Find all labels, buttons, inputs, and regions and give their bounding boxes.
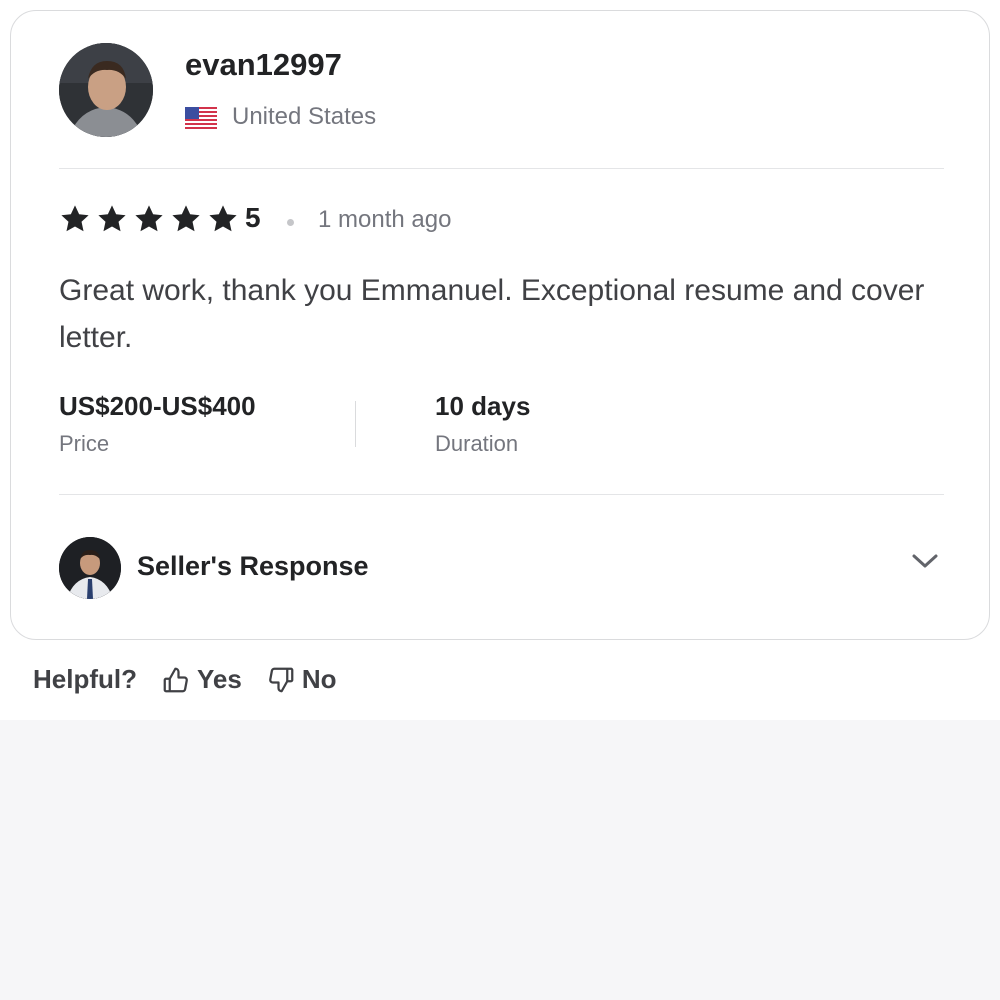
separator-dot [287,219,294,226]
review-time: 1 month ago [318,206,452,233]
duration-value: 10 days [435,391,531,421]
helpful-yes-label: Yes [197,664,242,694]
review-card: evan12997 United States 5 1 month ago Gr… [10,10,990,640]
reviewer-username[interactable]: evan12997 [185,47,342,83]
seller-avatar [59,537,121,599]
helpful-no-button[interactable]: No [266,664,337,695]
stat-separator [355,401,356,447]
reviewer-country: United States [232,103,377,130]
thumbs-up-icon [163,667,188,692]
price-label: Price [59,431,110,456]
thumbs-down-icon [268,667,294,692]
rating-value: 5 [245,202,261,233]
star-icon [61,205,89,232]
review-text: Great work, thank you Emmanuel. Exceptio… [59,274,925,354]
helpful-label: Helpful? [33,664,137,694]
divider [59,168,944,169]
review-panel: evan12997 United States 5 1 month ago Gr… [0,0,1000,720]
us-flag-icon [185,107,217,129]
star-icon [172,205,200,232]
seller-response-title[interactable]: Seller's Response [137,551,369,582]
reviewer-avatar[interactable] [59,43,153,137]
star-icon [209,205,237,232]
helpful-feedback: Helpful? Yes No [33,664,361,695]
price-value: US$200-US$400 [59,391,256,421]
helpful-no-label: No [301,664,337,694]
divider [59,494,944,495]
star-rating [59,203,239,235]
helpful-yes-button[interactable]: Yes [161,664,242,695]
duration-label: Duration [435,431,519,456]
star-icon [98,205,126,232]
star-icon [135,205,163,232]
chevron-down-icon[interactable] [911,551,939,571]
